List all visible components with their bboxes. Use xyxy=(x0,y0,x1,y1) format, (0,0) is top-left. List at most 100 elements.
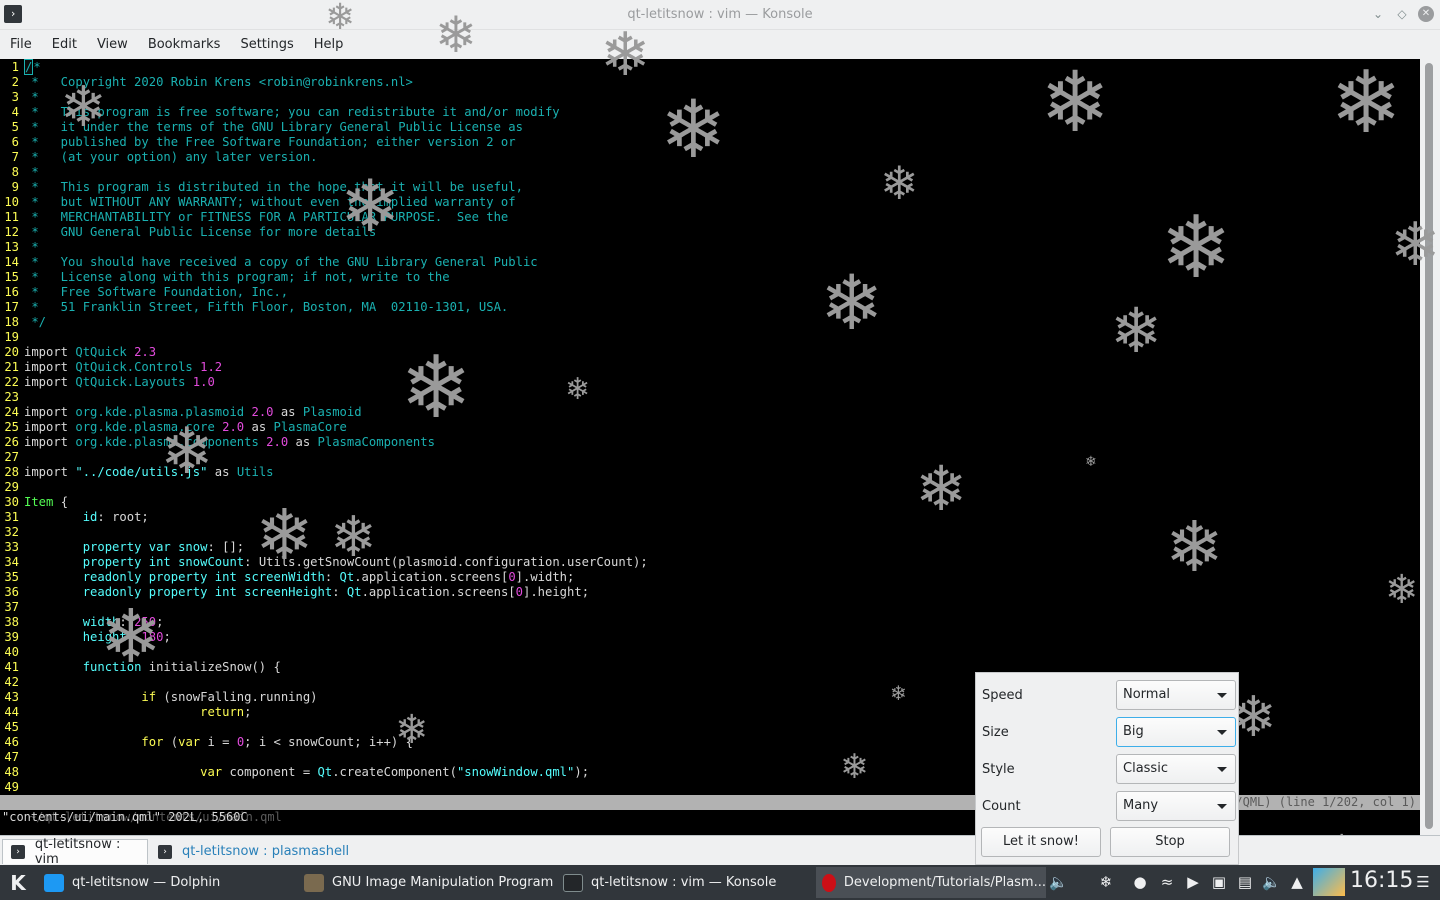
count-combobox[interactable]: Many xyxy=(1116,791,1236,821)
line-number: 29 xyxy=(4,480,19,494)
code-line: 19 xyxy=(0,330,24,345)
window-titlebar[interactable]: › qt-letitsnow : vim — Konsole ⌄ ◇ ✕ xyxy=(0,0,1440,30)
show-desktop-icon[interactable] xyxy=(1313,868,1345,896)
code-token: as xyxy=(244,420,274,434)
code-line: 20 import QtQuick 2.3 xyxy=(0,345,156,360)
code-line: 42 xyxy=(0,675,24,690)
snowflake-icon: ❄ xyxy=(600,20,651,90)
line-number: 15 xyxy=(4,270,19,284)
menu-settings[interactable]: Settings xyxy=(230,37,303,52)
chevron-down-icon xyxy=(1217,730,1227,735)
snowflake-icon: ❄ xyxy=(1390,210,1440,280)
line-number: 46 xyxy=(4,735,19,749)
volume-icon[interactable]: 🔈 xyxy=(1262,873,1281,891)
code-line: 31 id: root; xyxy=(0,510,148,525)
code-token: 2.0 xyxy=(266,435,289,449)
line-number: 31 xyxy=(4,510,19,524)
menu-edit[interactable]: Edit xyxy=(42,37,87,52)
code-line: 1 /* xyxy=(0,59,41,75)
maximize-icon[interactable]: ◇ xyxy=(1394,6,1410,22)
task-gimp[interactable]: GNU Image Manipulation Program xyxy=(298,867,556,898)
code-token: Plasmoid xyxy=(302,405,362,419)
line-number: 24 xyxy=(4,405,19,419)
code-token: "snowWindow.qml" xyxy=(456,765,575,779)
menu-file[interactable]: File xyxy=(0,37,42,52)
letitsnow-applet-popup: Speed Normal Size Big Style Classic Coun… xyxy=(975,672,1239,865)
code-line: 36 readonly property int screenHeight: Q… xyxy=(0,585,589,600)
clipboard-icon[interactable]: ▤ xyxy=(1236,873,1254,891)
count-value: Many xyxy=(1123,798,1159,813)
code-token: QtQuick.Layouts xyxy=(75,375,193,389)
tab-plasmashell[interactable]: › qt-letitsnow : plasmashell xyxy=(150,839,350,864)
stop-button[interactable]: Stop xyxy=(1110,827,1230,857)
line-number: 18 xyxy=(4,315,19,329)
code-token: 0 xyxy=(515,585,523,599)
size-combobox[interactable]: Big xyxy=(1116,717,1236,747)
snowflake-icon: ❄ xyxy=(890,681,907,705)
scrollbar-thumb[interactable] xyxy=(1425,63,1433,829)
media-player-icon[interactable]: ▶ xyxy=(1184,873,1202,891)
code-token: import xyxy=(24,420,76,434)
code-token: 1.0 xyxy=(192,375,215,389)
size-label: Size xyxy=(982,724,1009,740)
snowflake-icon: ❄ xyxy=(820,258,884,347)
snowflake-icon: ❄ xyxy=(100,594,163,680)
code-line: 48 var component = Qt.createComponent("s… xyxy=(0,765,589,780)
line-number: 7 xyxy=(11,150,19,164)
snowflake-applet-icon[interactable]: ❄ xyxy=(1097,873,1115,891)
line-number: 5 xyxy=(11,120,19,134)
updates-icon[interactable]: ● xyxy=(1131,873,1149,891)
close-icon[interactable]: ✕ xyxy=(1418,6,1434,22)
code-token: * but WITHOUT ANY WARRANTY; without even… xyxy=(24,195,516,209)
code-token: 2.0 xyxy=(251,405,274,419)
code-token: * MERCHANTABILITY or FITNESS FOR A PARTI… xyxy=(24,210,509,224)
menu-view[interactable]: View xyxy=(87,37,138,52)
line-number: 36 xyxy=(4,585,19,599)
code-line: 40 xyxy=(0,645,24,660)
style-label: Style xyxy=(982,761,1015,777)
terminal-icon: › xyxy=(11,845,25,859)
code-token: if xyxy=(141,690,157,704)
digital-clock[interactable]: 16:15 xyxy=(1350,868,1413,893)
line-number: 39 xyxy=(4,630,19,644)
code-token: import xyxy=(24,435,76,449)
menu-help[interactable]: Help xyxy=(304,37,354,52)
lock-icon[interactable]: ▣ xyxy=(1210,873,1228,891)
code-line: 37 xyxy=(0,600,24,615)
line-number: 21 xyxy=(4,360,19,374)
speed-combobox[interactable]: Normal xyxy=(1116,680,1236,710)
minimize-icon[interactable]: ⌄ xyxy=(1370,6,1386,22)
snowflake-icon: ❄ xyxy=(395,707,429,753)
code-line: 32 xyxy=(0,525,24,540)
code-token: ].height; xyxy=(523,585,590,599)
code-line: 28 import "../code/utils.js" as Utils xyxy=(0,465,273,480)
panel-menu-icon[interactable]: ☰ xyxy=(1414,873,1432,891)
line-number: 48 xyxy=(4,765,19,779)
code-token: Qt xyxy=(346,585,362,599)
code-token: * xyxy=(33,60,41,74)
terminal-scrollbar[interactable] xyxy=(1420,59,1440,835)
task-dolphin[interactable]: qt-letitsnow — Dolphin xyxy=(38,867,296,898)
task-opera[interactable]: Development/Tutorials/Plasm... xyxy=(816,867,1046,898)
let-it-snow-button[interactable]: Let it snow! xyxy=(981,827,1101,857)
style-combobox[interactable]: Classic xyxy=(1116,754,1236,784)
snowflake-icon: ❄ xyxy=(1165,506,1224,588)
code-line: 10 * but WITHOUT ANY WARRANTY; without e… xyxy=(0,195,516,210)
code-line: 30 Item { xyxy=(0,495,68,510)
expand-tray-icon[interactable]: ▲ xyxy=(1288,873,1306,891)
line-number: 22 xyxy=(4,375,19,389)
menu-bookmarks[interactable]: Bookmarks xyxy=(138,37,231,52)
snowflake-icon: ❄ xyxy=(330,505,377,570)
line-number: 14 xyxy=(4,255,19,269)
task-konsole[interactable]: qt-letitsnow : vim — Konsole xyxy=(557,867,815,898)
audio-playing-icon[interactable]: 🔈 xyxy=(1049,873,1068,891)
network-icon[interactable]: ≈ xyxy=(1158,873,1176,891)
snowflake-icon: ❄ xyxy=(340,164,401,248)
kde-launcher-icon[interactable]: K xyxy=(4,869,32,897)
code-token: ].width; xyxy=(515,570,575,584)
tab-vim[interactable]: › qt-letitsnow : vim xyxy=(2,837,148,867)
code-token: import xyxy=(24,345,76,359)
line-number: 19 xyxy=(4,330,19,344)
